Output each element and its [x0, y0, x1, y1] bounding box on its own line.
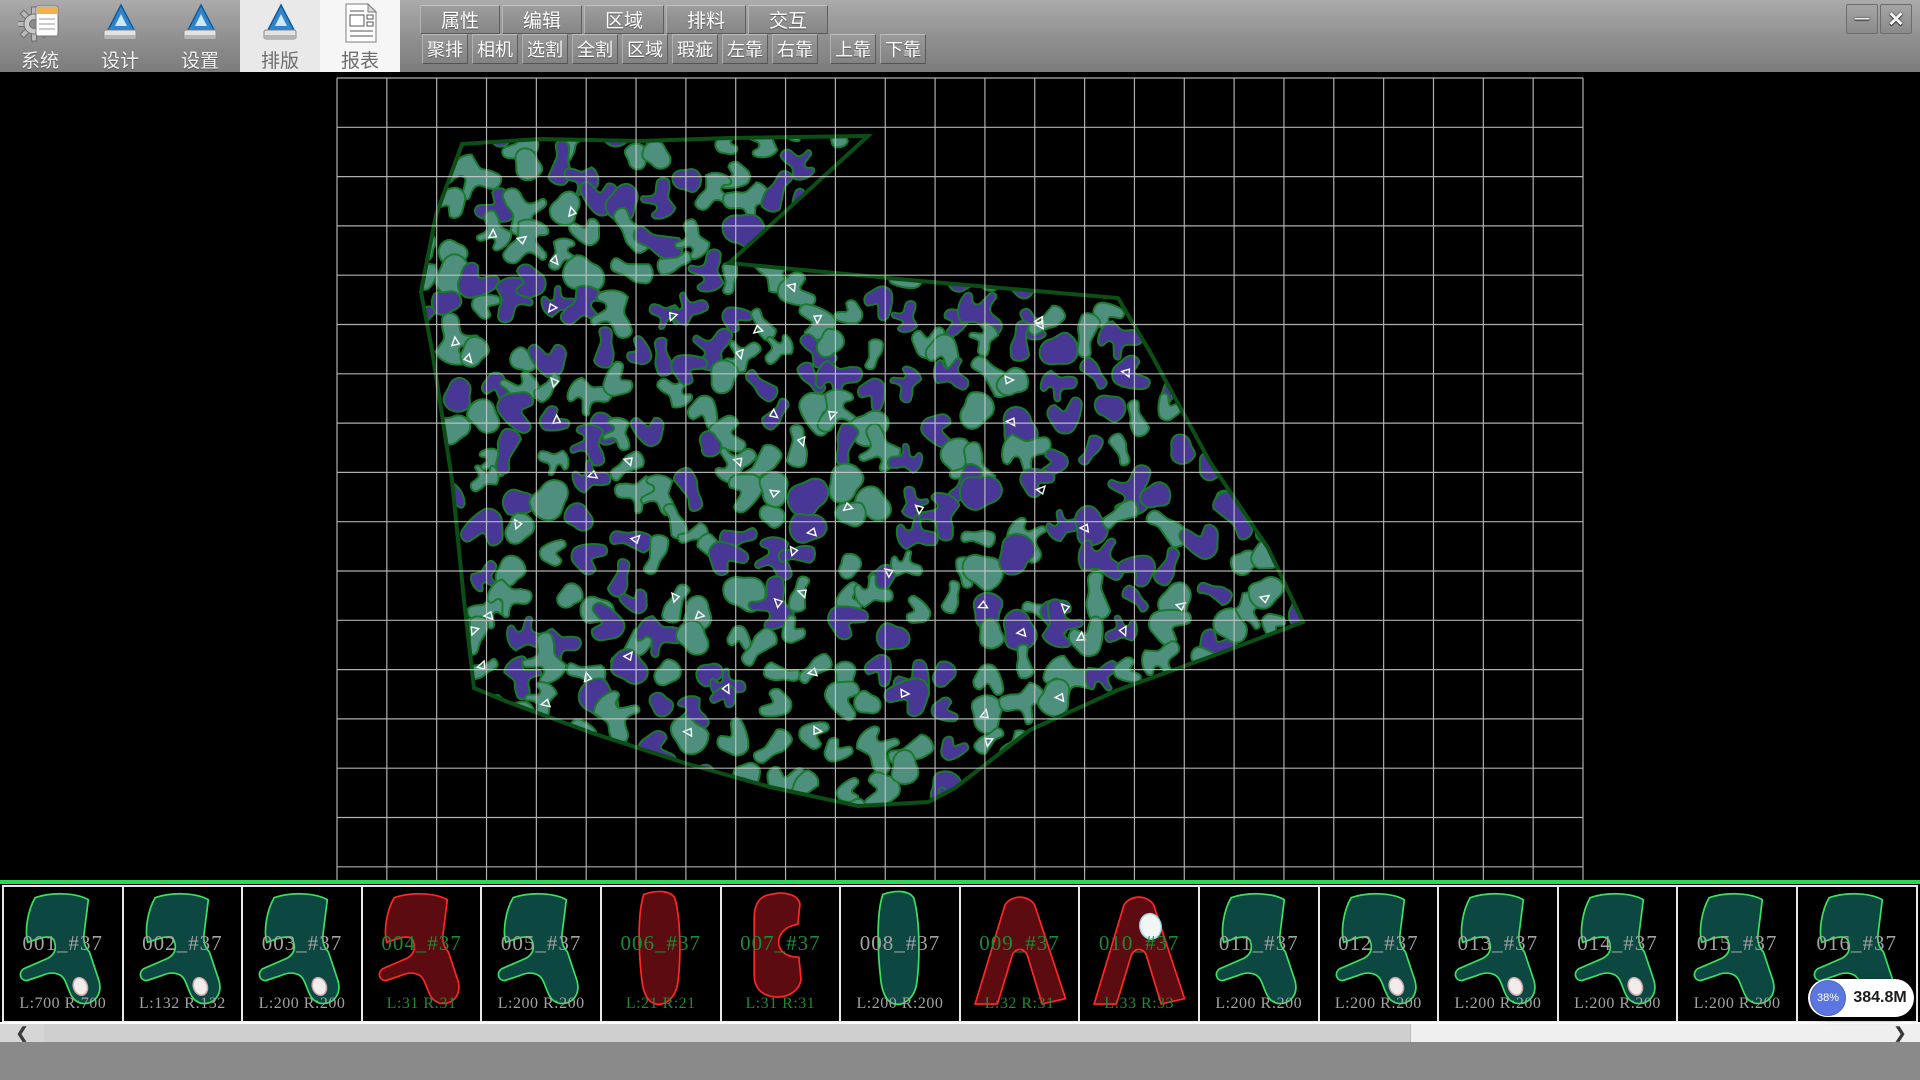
menu-row: 属性编辑区域排料交互 — [420, 5, 828, 33]
scrollbar-thumb[interactable] — [44, 1024, 1411, 1042]
piece-lr-count: L:31 R:31 — [363, 995, 481, 1013]
thumbnail-cell-010_#37[interactable]: 010_#37 L:33 R:33 — [1078, 885, 1198, 1023]
nesting-drawing — [0, 72, 1920, 880]
piece-lr-count: L:200 R:200 — [1320, 995, 1438, 1013]
piece-id-label: 004_#37 — [363, 931, 481, 956]
thumbnail-cell-009_#37[interactable]: 009_#37 L:32 R:31 — [959, 885, 1079, 1023]
thumbnail-cell-007_#37[interactable]: 007_#37 L:31 R:31 — [720, 885, 840, 1023]
thumbnail-cell-005_#37[interactable]: 005_#37 L:200 R:200 — [480, 885, 600, 1023]
thumbnail-cell-001_#37[interactable]: 001_#37 L:700 R:700 — [2, 885, 122, 1023]
piece-id-label: 012_#37 — [1320, 931, 1438, 956]
memory-value: 384.8M — [1846, 989, 1914, 1007]
tab-nesting[interactable]: 排版 — [240, 0, 320, 72]
tab-label: 系统 — [21, 46, 59, 73]
piece-id-label: 011_#37 — [1200, 931, 1318, 956]
menu-button-4[interactable]: 排料 — [666, 5, 746, 34]
scroll-left-arrow-icon[interactable]: ❮ — [0, 1024, 44, 1042]
piece-lr-count: L:200 R:200 — [243, 995, 361, 1013]
thumbnail-cell-014_#37[interactable]: 014_#37 L:200 R:200 — [1557, 885, 1677, 1023]
piece-id-label: 008_#37 — [841, 931, 959, 956]
tool-button-5[interactable]: 区域 — [622, 34, 668, 64]
piece-id-label: 014_#37 — [1559, 931, 1677, 956]
tool-button-6[interactable]: 瑕疵 — [672, 34, 718, 64]
nesting-canvas[interactable] — [0, 72, 1920, 880]
menu-button-3[interactable]: 区域 — [584, 5, 664, 34]
piece-id-label: 005_#37 — [482, 931, 600, 956]
piece-lr-count: L:132 R:132 — [124, 995, 242, 1013]
nested-pieces-group — [376, 72, 1355, 857]
tool-row: 聚排相机选割全割区域瑕疵左靠右靠上靠下靠 — [422, 34, 926, 62]
menu-button-5[interactable]: 交互 — [748, 5, 828, 34]
close-button[interactable]: ✕ — [1880, 4, 1912, 34]
tool-button-7[interactable]: 左靠 — [722, 34, 768, 64]
piece-id-label: 009_#37 — [961, 931, 1079, 956]
tab-design[interactable]: 设计 — [80, 0, 160, 72]
minimize-button[interactable]: ─ — [1846, 4, 1878, 34]
piece-lr-count: L:200 R:200 — [1200, 995, 1318, 1013]
thumbnail-cell-008_#37[interactable]: 008_#37 L:200 R:200 — [839, 885, 959, 1023]
tab-label: 设置 — [181, 46, 219, 73]
tab-label: 报表 — [341, 46, 379, 73]
tab-label: 排版 — [261, 46, 299, 73]
status-badge: 38% 384.8M — [1808, 979, 1914, 1017]
thumbnail-cell-003_#37[interactable]: 003_#37 L:200 R:200 — [241, 885, 361, 1023]
menu-button-1[interactable]: 属性 — [420, 5, 500, 34]
piece-id-label: 002_#37 — [124, 931, 242, 956]
tab-label: 设计 — [101, 46, 139, 73]
piece-id-label: 010_#37 — [1080, 931, 1198, 956]
piece-id-label: 007_#37 — [722, 931, 840, 956]
piece-lr-count: L:700 R:700 — [4, 995, 122, 1013]
nesting-ruler-icon — [257, 2, 303, 44]
piece-id-label: 013_#37 — [1439, 931, 1557, 956]
tool-button-8[interactable]: 右靠 — [772, 34, 818, 64]
tool-button-2[interactable]: 相机 — [472, 34, 518, 64]
piece-lr-count: L:200 R:200 — [841, 995, 959, 1013]
piece-lr-count: L:200 R:200 — [1678, 995, 1796, 1013]
thumbnail-cell-011_#37[interactable]: 011_#37 L:200 R:200 — [1198, 885, 1318, 1023]
tool-button-4[interactable]: 全割 — [572, 34, 618, 64]
menu-button-2[interactable]: 编辑 — [502, 5, 582, 34]
tool-button-3[interactable]: 选割 — [522, 34, 568, 64]
tool-button-10[interactable]: 下靠 — [880, 34, 926, 64]
piece-lr-count: L:31 R:31 — [722, 995, 840, 1013]
piece-thumbnail-strip: 001_#37L:700 R:700002_#37L:132 R:132003_… — [0, 884, 1920, 1022]
piece-id-label: 001_#37 — [4, 931, 122, 956]
horizontal-scrollbar[interactable]: ❮ ❯ — [0, 1022, 1920, 1042]
design-ruler-icon — [97, 2, 143, 44]
piece-lr-count: L:21 R:21 — [602, 995, 720, 1013]
piece-id-label: 015_#37 — [1678, 931, 1796, 956]
tab-settings[interactable]: 设置 — [160, 0, 240, 72]
report-doc-icon — [337, 2, 383, 44]
system-gear-icon — [17, 2, 63, 44]
piece-lr-count: L:200 R:200 — [1559, 995, 1677, 1013]
settings-ruler-icon — [177, 2, 223, 44]
thumbnail-cell-004_#37[interactable]: 004_#37 L:31 R:31 — [361, 885, 481, 1023]
thumbnail-cell-012_#37[interactable]: 012_#37 L:200 R:200 — [1318, 885, 1438, 1023]
scroll-right-arrow-icon[interactable]: ❯ — [1880, 1024, 1920, 1042]
thumbnail-cell-015_#37[interactable]: 015_#37 L:200 R:200 — [1676, 885, 1796, 1023]
piece-id-label: 016_#37 — [1798, 931, 1916, 956]
piece-id-label: 003_#37 — [243, 931, 361, 956]
tool-button-9[interactable]: 上靠 — [830, 34, 876, 64]
piece-lr-count: L:200 R:200 — [482, 995, 600, 1013]
thumbnail-cell-006_#37[interactable]: 006_#37 L:21 R:21 — [600, 885, 720, 1023]
piece-lr-count: L:32 R:31 — [961, 995, 1079, 1013]
progress-circle: 38% — [1810, 980, 1846, 1016]
piece-id-label: 006_#37 — [602, 931, 720, 956]
thumbnail-cell-002_#37[interactable]: 002_#37 L:132 R:132 — [122, 885, 242, 1023]
piece-lr-count: L:200 R:200 — [1439, 995, 1557, 1013]
tab-report[interactable]: 报表 — [320, 0, 400, 72]
app-window: 系统 设计 设置 排版 报表 属性编辑区域排料交互 聚排相机选割全割区域瑕疵左靠… — [0, 0, 1920, 1080]
main-toolbar: 系统 设计 设置 排版 报表 属性编辑区域排料交互 聚排相机选割全割区域瑕疵左靠… — [0, 0, 1920, 73]
bottom-status-bar — [0, 1042, 1920, 1080]
thumbnail-cell-013_#37[interactable]: 013_#37 L:200 R:200 — [1437, 885, 1557, 1023]
tool-button-1[interactable]: 聚排 — [422, 34, 468, 64]
tab-system[interactable]: 系统 — [0, 0, 80, 72]
piece-lr-count: L:33 R:33 — [1080, 995, 1198, 1013]
